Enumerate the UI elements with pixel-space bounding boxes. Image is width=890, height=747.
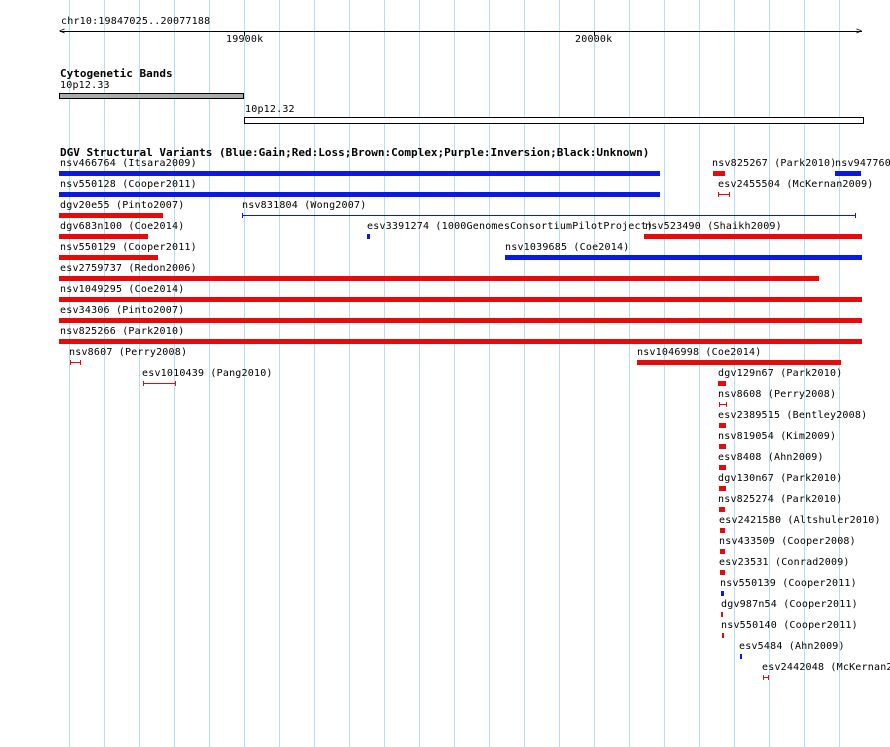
variant-label: nsv1046998 (Coe2014) — [637, 347, 762, 358]
variant-loss-bar[interactable] — [718, 381, 726, 386]
variant-label: nsv825266 (Park2010) — [60, 326, 185, 337]
variant-label: dgv683n100 (Coe2014) — [60, 221, 185, 232]
ruler-tick-label: 19900k — [226, 34, 264, 45]
variant-loss-bar[interactable] — [59, 276, 819, 281]
variant-label: nsv831804 (Wong2007) — [242, 200, 367, 211]
variant-label: esv8408 (Ahn2009) — [718, 452, 824, 463]
variant-label: nsv466764 (Itsara2009) — [60, 158, 197, 169]
variant-label: esv2421580 (Altshuler2010) — [719, 515, 881, 526]
variant-label: nsv947760 — [835, 158, 890, 169]
variant-loss-bar[interactable] — [644, 234, 862, 239]
span-cap — [80, 360, 81, 365]
variant-label: esv2455504 (McKernan2009) — [718, 179, 874, 190]
variant-label: esv3391274 (1000GenomesConsortiumPilotPr… — [367, 221, 654, 232]
span-cap — [768, 675, 769, 680]
variant-label: esv5484 (Ahn2009) — [739, 641, 845, 652]
variant-label: dgv20e55 (Pinto2007) — [60, 200, 185, 211]
variant-loss-bar[interactable] — [719, 444, 726, 449]
variant-loss-bar[interactable] — [713, 171, 725, 176]
variant-label: nsv1049295 (Coe2014) — [60, 284, 185, 295]
ruler-left-arrow[interactable]: < — [59, 26, 65, 38]
variant-loss-bar[interactable] — [637, 360, 841, 365]
variant-label: nsv8608 (Perry2008) — [718, 389, 837, 400]
variant-loss-bar[interactable] — [59, 339, 862, 344]
ruler-range-label: chr10:19847025..20077188 — [61, 16, 211, 27]
variant-loss-bar[interactable] — [59, 255, 158, 260]
variant-label: nsv550140 (Cooper2011) — [721, 620, 858, 631]
variant-gain-bar[interactable] — [740, 654, 742, 659]
variant-loss-bar[interactable] — [721, 612, 723, 617]
span-cap — [143, 381, 144, 386]
variant-loss-bar[interactable] — [720, 549, 725, 554]
span-cap — [726, 402, 727, 407]
variant-gain-bar[interactable] — [367, 234, 370, 239]
variant-label: nsv825267 (Park2010) — [712, 158, 837, 169]
cytoband-label: 10p12.32 — [245, 104, 295, 115]
variant-gain-span[interactable] — [242, 215, 856, 216]
span-cap — [763, 675, 764, 680]
variant-gain-bar[interactable] — [59, 171, 660, 176]
span-cap — [70, 360, 71, 365]
ruler-right-arrow[interactable]: > — [856, 26, 862, 38]
cytoband-10p12.32[interactable] — [244, 117, 864, 124]
variant-label: dgv987n54 (Cooper2011) — [721, 599, 858, 610]
variant-label: esv23531 (Conrad2009) — [719, 557, 850, 568]
span-cap — [242, 213, 243, 218]
cytoband-track-title: Cytogenetic Bands — [60, 67, 173, 80]
span-cap — [719, 402, 720, 407]
span-cap — [175, 381, 176, 386]
variant-label: esv2442048 (McKernan2009) — [762, 662, 890, 673]
variant-label: esv2759737 (Redon2006) — [60, 263, 197, 274]
variant-label: nsv550139 (Cooper2011) — [720, 578, 857, 589]
span-cap — [855, 213, 856, 218]
variant-label: nsv550129 (Cooper2011) — [60, 242, 197, 253]
variant-label: esv1010439 (Pang2010) — [142, 368, 273, 379]
variant-label: esv34306 (Pinto2007) — [60, 305, 185, 316]
variant-label: nsv825274 (Park2010) — [718, 494, 843, 505]
variant-label: nsv8607 (Perry2008) — [69, 347, 188, 358]
variant-label: esv2389515 (Bentley2008) — [718, 410, 868, 421]
variant-label: nsv819054 (Kim2009) — [718, 431, 837, 442]
variant-label: nsv550128 (Cooper2011) — [60, 179, 197, 190]
variant-loss-bar[interactable] — [722, 633, 724, 638]
ruler-axis — [60, 31, 862, 32]
variant-loss-bar[interactable] — [59, 213, 163, 218]
cytoband-label: 10p12.33 — [60, 80, 110, 91]
variant-loss-bar[interactable] — [59, 234, 148, 239]
variant-loss-bar[interactable] — [719, 423, 726, 428]
variant-loss-bar[interactable] — [59, 318, 862, 323]
variant-gain-bar[interactable] — [59, 192, 660, 197]
span-cap — [718, 192, 719, 197]
variant-label: dgv129n67 (Park2010) — [718, 368, 843, 379]
variant-loss-bar[interactable] — [720, 570, 725, 575]
variant-loss-bar[interactable] — [720, 528, 725, 533]
variant-loss-bar[interactable] — [719, 465, 726, 470]
variant-label: nsv523490 (Shaikh2009) — [645, 221, 782, 232]
variant-gain-bar[interactable] — [835, 171, 861, 176]
ruler-tick-label: 20000k — [575, 34, 613, 45]
variant-loss-bar[interactable] — [719, 486, 726, 491]
variant-loss-bar[interactable] — [719, 507, 725, 512]
variant-loss-span[interactable] — [143, 383, 176, 384]
variant-label: nsv433509 (Cooper2008) — [719, 536, 856, 547]
variant-gain-bar[interactable] — [505, 255, 862, 260]
span-cap — [729, 192, 730, 197]
variant-label: nsv1039685 (Coe2014) — [505, 242, 630, 253]
variant-gain-bar[interactable] — [721, 591, 724, 596]
cytoband-10p12.33[interactable] — [59, 93, 244, 99]
variant-loss-bar[interactable] — [59, 297, 862, 302]
variant-label: dgv130n67 (Park2010) — [718, 473, 843, 484]
